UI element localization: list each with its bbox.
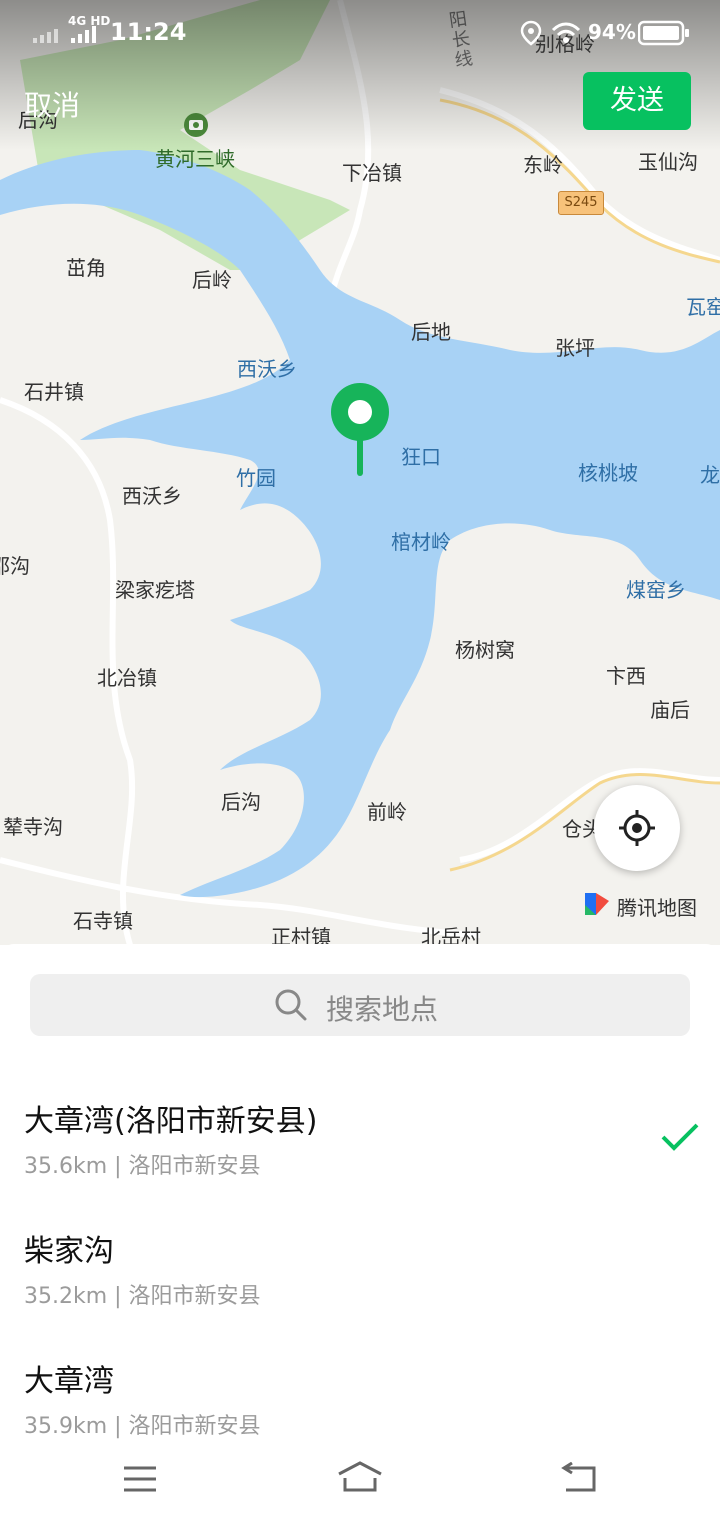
map-label: 西沃乡	[122, 484, 182, 508]
map-label: 西沃乡	[237, 357, 297, 381]
clock: 11:24	[110, 18, 187, 46]
item-title: 柴家沟	[24, 1234, 114, 1269]
map-label: 棺材岭	[391, 530, 451, 554]
map-label: 北岳村	[421, 925, 481, 945]
map-label: 石寺镇	[73, 909, 133, 933]
map-label: 北冶镇	[97, 666, 157, 690]
location-panel: 搜索地点 大章湾(洛阳市新安县) 35.6km | 洛阳市新安县 柴家沟 35.…	[0, 944, 720, 1520]
map-label: 杨树窝	[455, 638, 515, 662]
map-label: 龙	[700, 463, 720, 487]
locate-crosshair-icon	[619, 810, 655, 846]
search-icon	[275, 989, 307, 1021]
back-icon[interactable]	[560, 1462, 598, 1494]
map-label: 正村镇	[271, 925, 331, 945]
map-label: 核桃坡	[578, 461, 638, 485]
road-badge: S245	[558, 191, 604, 215]
cancel-button[interactable]: 取消	[24, 84, 80, 124]
map-label: 瓦窑	[686, 295, 720, 319]
map-label: 张坪	[555, 336, 595, 360]
map-label: 东岭	[523, 153, 563, 177]
battery-icon	[638, 20, 689, 46]
map-label: 梁家疙塔	[115, 578, 195, 602]
wifi-icon	[551, 22, 581, 43]
location-pin-icon	[520, 20, 542, 46]
map-label: 前岭	[367, 800, 407, 824]
map-label: 庙后	[650, 698, 690, 722]
list-item[interactable]: 大章湾(洛阳市新安县) 35.6km | 洛阳市新安县	[0, 1096, 720, 1216]
map-label: 邵沟	[0, 554, 30, 578]
item-title: 大章湾	[24, 1364, 114, 1399]
checkmark-icon	[661, 1123, 699, 1151]
map-label: 黄河三峡	[155, 147, 235, 171]
map-label: 竹园	[236, 466, 276, 490]
search-placeholder: 搜索地点	[326, 993, 439, 1026]
menu-icon[interactable]	[122, 1464, 158, 1494]
battery-level: 94%	[588, 20, 636, 44]
map-marker-icon[interactable]	[330, 382, 390, 478]
home-icon[interactable]	[336, 1460, 384, 1494]
map-label: 煤窑乡	[626, 578, 686, 602]
map-view[interactable]: 后沟 黄河三峡 下冶镇 东岭 玉仙沟 茁角 后岭 瓦窑 后地 张坪 西沃乡 石井…	[0, 0, 720, 945]
map-label: 茁角	[66, 256, 106, 280]
map-label: 石井镇	[24, 380, 84, 404]
map-label: 后地	[411, 320, 451, 344]
tencent-maps-logo-icon	[585, 893, 609, 915]
item-title: 大章湾(洛阳市新安县)	[24, 1104, 318, 1139]
map-label: 卞西	[606, 664, 646, 688]
map-label: 玉仙沟	[638, 150, 698, 174]
camera-poi-icon	[184, 113, 208, 137]
map-label: 下冶镇	[342, 161, 402, 185]
status-bar: 4G HD 11:24 别格岭 94%	[0, 0, 720, 66]
locate-button[interactable]	[594, 785, 680, 871]
send-button[interactable]: 发送	[583, 72, 691, 130]
item-subtitle: 35.2km | 洛阳市新安县	[24, 1284, 261, 1309]
map-label: 辇寺沟	[3, 815, 63, 839]
map-label: 后沟	[221, 790, 261, 814]
search-input[interactable]: 搜索地点	[30, 974, 690, 1036]
map-label: 狂口	[401, 445, 441, 469]
item-subtitle: 35.9km | 洛阳市新安县	[24, 1414, 261, 1439]
network-type: 4G HD	[68, 14, 111, 28]
system-nav-bar	[0, 1440, 720, 1520]
item-subtitle: 35.6km | 洛阳市新安县	[24, 1154, 261, 1179]
map-label: 后岭	[192, 268, 232, 292]
list-item[interactable]: 柴家沟 35.2km | 洛阳市新安县	[0, 1226, 720, 1346]
attribution-text: 腾讯地图	[617, 896, 697, 920]
